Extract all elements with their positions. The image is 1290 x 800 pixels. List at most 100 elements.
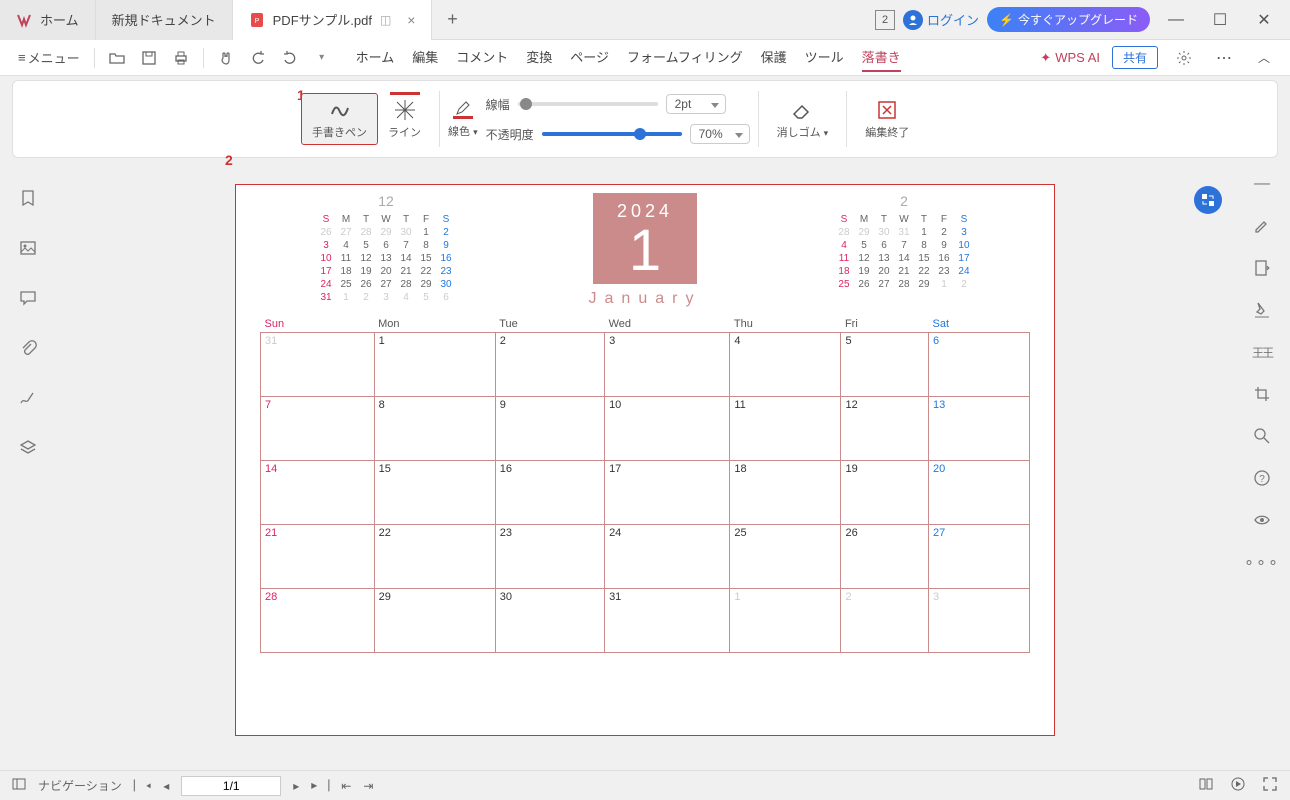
tab-split-icon[interactable]: ◫ (380, 13, 391, 27)
forward-icon[interactable]: ⇥ (363, 779, 373, 793)
search-icon[interactable] (1252, 426, 1272, 446)
line-width-slider[interactable] (518, 102, 658, 106)
eye-icon[interactable] (1252, 510, 1272, 530)
upgrade-button[interactable]: ⚡ 今すぐアップグレード (987, 7, 1150, 32)
signature-icon[interactable] (18, 388, 38, 408)
end-edit-button[interactable]: 編集終了 (855, 94, 919, 144)
nav-label[interactable]: ナビゲーション (38, 777, 122, 794)
mini-calendar-prev: 12 SMTWTFS262728293012345678910111213141… (316, 193, 456, 308)
tab-convert[interactable]: 変換 (526, 43, 552, 72)
line-width-dropdown[interactable]: 2pt (666, 94, 726, 114)
separator (439, 91, 440, 147)
separator (94, 48, 95, 68)
opacity-dropdown[interactable]: 70% (690, 124, 750, 144)
open-icon[interactable] (103, 44, 131, 72)
collapse-icon[interactable]: — (1252, 174, 1272, 194)
highlight-icon[interactable] (1252, 300, 1272, 320)
month-name: January (589, 290, 702, 308)
reading-mode-icon[interactable] (1198, 776, 1214, 795)
wps-ai-button[interactable]: ✦ WPS AI (1040, 50, 1100, 66)
close-icon[interactable]: × (407, 12, 415, 28)
redo-icon[interactable] (276, 44, 304, 72)
text-icon[interactable]: 王王 (1252, 342, 1272, 362)
hand-icon[interactable] (212, 44, 240, 72)
play-icon[interactable] (1230, 776, 1246, 795)
collapse-ribbon-icon[interactable]: ︿ (1250, 44, 1278, 72)
separator (846, 91, 847, 147)
eraser-tool[interactable]: 消しゴム ▾ (767, 94, 839, 144)
tab-tool[interactable]: ツール (805, 43, 844, 72)
tab-page[interactable]: ページ (570, 43, 609, 72)
titlebar: ホーム 新規ドキュメント P PDFサンプル.pdf ◫ × + 2 ログイン … (0, 0, 1290, 40)
pdf-icon: P (249, 12, 265, 28)
minimize-button[interactable]: — (1158, 6, 1194, 34)
close-window-button[interactable]: ✕ (1246, 6, 1282, 34)
tab-form[interactable]: フォームフィリング (627, 43, 743, 72)
opacity-label: 不透明度 (486, 126, 534, 143)
more-icon[interactable]: ∘∘∘ (1252, 552, 1272, 572)
chevron-down-icon[interactable]: ▾ (308, 44, 336, 72)
attachment-icon[interactable] (18, 338, 38, 358)
bookmark-icon[interactable] (18, 188, 38, 208)
document-canvas[interactable]: 2 12 SMTWTFS2627282930123456789101112131… (56, 158, 1234, 770)
share-button[interactable]: 共有 (1112, 46, 1158, 69)
notification-badge[interactable]: 2 (875, 10, 895, 30)
right-sidebar: — 王王 ? ∘∘∘ (1234, 158, 1290, 770)
menubar: ≡ メニュー ▾ ホーム 編集 コメント 変換 ページ フォームフィリング 保護… (0, 40, 1290, 76)
eraser-icon (790, 98, 814, 122)
export-icon[interactable] (1252, 258, 1272, 278)
tab-comment[interactable]: コメント (456, 43, 508, 72)
image-icon[interactable] (18, 238, 38, 258)
line-label: ライン (388, 124, 421, 140)
separator (203, 48, 204, 68)
line-color-picker[interactable]: 線色 ▾ (448, 99, 478, 139)
first-page-icon[interactable]: ⎸◂ (134, 778, 151, 793)
pdf-page: 12 SMTWTFS262728293012345678910111213141… (235, 184, 1055, 736)
line-tool[interactable]: ライン (378, 94, 431, 144)
maximize-button[interactable]: ☐ (1202, 6, 1238, 34)
chevron-down-icon: ▾ (824, 128, 829, 138)
back-icon[interactable]: ⇤ (341, 779, 351, 793)
wps-logo-icon (16, 12, 32, 28)
pen-tool[interactable]: 手書きペン (301, 93, 378, 145)
last-page-icon[interactable]: ▸⎹ (311, 778, 329, 793)
add-tab-button[interactable]: + (432, 9, 472, 30)
tab-sketch[interactable]: 落書き (862, 43, 901, 72)
opacity-slider[interactable] (542, 132, 682, 136)
active-indicator (390, 92, 420, 95)
comment-icon[interactable] (18, 288, 38, 308)
login-button[interactable]: ログイン (903, 10, 979, 30)
left-sidebar (0, 158, 56, 770)
tab-home[interactable]: ホーム (0, 0, 96, 40)
convert-float-button[interactable] (1194, 186, 1222, 214)
svg-text:P: P (254, 18, 259, 25)
tab-home[interactable]: ホーム (356, 43, 395, 72)
line-width-label: 線幅 (486, 96, 510, 113)
prev-page-icon[interactable]: ◂ (163, 779, 169, 793)
mini-calendar-next: 2 SMTWTFS2829303112345678910111213141516… (834, 193, 974, 308)
tab-edit[interactable]: 編集 (412, 43, 438, 72)
crop-icon[interactable] (1252, 384, 1272, 404)
help-icon[interactable]: ? (1252, 468, 1272, 488)
menu-button[interactable]: ≡ メニュー (12, 48, 86, 67)
pen-label: 手書きペン (312, 124, 367, 140)
tab-new-doc[interactable]: 新規ドキュメント (96, 0, 233, 40)
statusbar: ナビゲーション ⎸◂ ◂ ▸ ▸⎹ ⇤ ⇥ (0, 770, 1290, 800)
nav-toggle-icon[interactable] (12, 777, 26, 794)
chevron-down-icon: ▾ (473, 127, 478, 137)
edit-icon[interactable] (1252, 216, 1272, 236)
calendar-title-block: 2024 1 January (589, 193, 702, 308)
print-icon[interactable] (167, 44, 195, 72)
save-icon[interactable] (135, 44, 163, 72)
separator (758, 91, 759, 147)
gear-icon[interactable] (1170, 44, 1198, 72)
fullscreen-icon[interactable] (1262, 776, 1278, 795)
next-page-icon[interactable]: ▸ (293, 779, 299, 793)
more-icon[interactable]: ⋯ (1210, 44, 1238, 72)
page-input[interactable] (181, 776, 281, 796)
layers-icon[interactable] (18, 438, 38, 458)
tab-active-pdf[interactable]: P PDFサンプル.pdf ◫ × (233, 0, 433, 40)
undo-icon[interactable] (244, 44, 272, 72)
upgrade-label: 今すぐアップグレード (1018, 11, 1138, 28)
tab-protect[interactable]: 保護 (761, 43, 787, 72)
